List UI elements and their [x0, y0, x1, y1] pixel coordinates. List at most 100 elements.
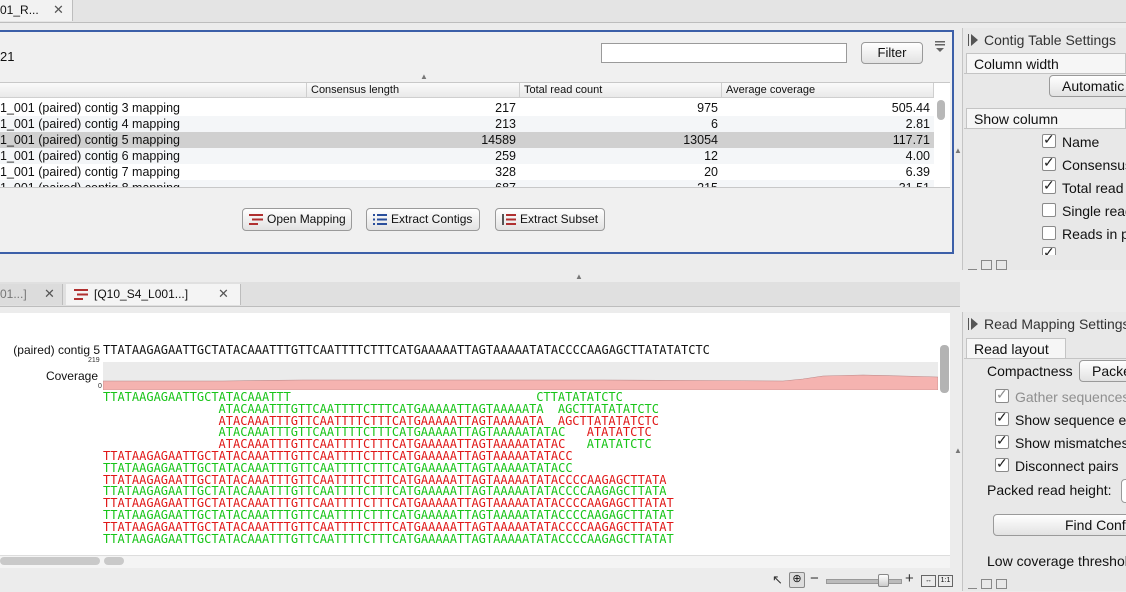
- row-count-label: 21: [0, 49, 15, 64]
- cell-name: 1_001 (paired) contig 3 mapping: [0, 101, 180, 115]
- pointer-tool-icon[interactable]: ↖: [772, 572, 783, 588]
- actual-size-icon[interactable]: 1:1: [938, 575, 953, 587]
- folder-icon[interactable]: [981, 579, 992, 589]
- extract-contigs-button[interactable]: Extract Contigs: [366, 208, 480, 231]
- read-layout-tab[interactable]: Read layout: [966, 338, 1066, 358]
- close-icon[interactable]: ✕: [53, 0, 64, 20]
- sequence-read[interactable]: TTATAAGAGAATTGCTATACAAATTTGTTCAATTTTCTTT…: [103, 533, 674, 545]
- zoom-slider[interactable]: [826, 579, 902, 584]
- checkbox-label: Consensus: [1062, 157, 1126, 173]
- sequence-read[interactable]: ATATATCTC: [587, 438, 652, 450]
- packed-read-height-label: Packed read height:: [987, 482, 1112, 498]
- tab-previous-mapping[interactable]: 01...] ✕: [0, 284, 63, 305]
- fit-width-icon[interactable]: ↔: [921, 575, 936, 587]
- editor-horizontal-scrollbar[interactable]: [0, 555, 950, 568]
- close-icon[interactable]: ✕: [44, 284, 55, 304]
- open-mapping-button[interactable]: Open Mapping: [242, 208, 352, 231]
- checkbox[interactable]: [1042, 131, 1056, 148]
- save-icon[interactable]: [996, 260, 1007, 270]
- zoom-out-icon[interactable]: −: [810, 570, 819, 587]
- sort-indicator-icon: ▲: [420, 72, 428, 81]
- checkbox[interactable]: [1042, 154, 1056, 171]
- layout-option[interactable]: Show mismatches: [995, 432, 1126, 451]
- read-mapping-settings-title: Read Mapping Settings: [984, 316, 1126, 332]
- zoom-in-icon[interactable]: +: [905, 570, 914, 587]
- tab-read-mapping[interactable]: 01_R... ✕: [0, 0, 73, 21]
- column-header-consensus-length[interactable]: Consensus length: [307, 83, 520, 98]
- cell-total-read-count: 6: [711, 117, 718, 131]
- checkbox-label: Name: [1062, 134, 1100, 150]
- cell-consensus-length: 259: [495, 149, 516, 163]
- column-option[interactable]: Reads in p: [1042, 226, 1126, 242]
- editor-horizontal-thumb[interactable]: [0, 557, 100, 565]
- contig-label: (paired) contig 5: [13, 343, 100, 357]
- table-row[interactable]: 1_001 (paired) contig 3 mapping 217 975 505…: [0, 100, 934, 116]
- consensus-sequence: TTATAAGAGAATTGCTATACAAATTTGTTCAATTTTCTTT…: [103, 343, 710, 357]
- minimize-icon[interactable]: [968, 588, 977, 589]
- table-row[interactable]: 1_001 (paired) contig 4 mapping 213 6 2.81: [0, 116, 934, 132]
- column-option[interactable]: Consensus: [1042, 154, 1126, 173]
- checkbox[interactable]: [995, 409, 1009, 426]
- lower-tab-strip: 01...] ✕ [Q10_S4_L001...] ✕: [0, 282, 960, 307]
- folder-icon[interactable]: [981, 260, 992, 270]
- column-header-average-coverage[interactable]: Average coverage: [722, 83, 934, 98]
- close-icon[interactable]: ✕: [218, 284, 229, 304]
- tab-label: [Q10_S4_L001...]: [94, 287, 189, 301]
- contig-settings-header[interactable]: Contig Table Settings: [968, 32, 1116, 48]
- column-header-total-read-count[interactable]: Total read count: [520, 83, 722, 98]
- cell-average-coverage: 505.44: [891, 101, 930, 115]
- layout-option[interactable]: Disconnect pairs: [995, 455, 1119, 474]
- cell-name: 1_001 (paired) contig 7 mapping: [0, 165, 180, 179]
- splitter-handle-icon[interactable]: ▲: [575, 272, 583, 281]
- checkbox-label: Show sequence ends: [1015, 412, 1126, 428]
- zoom-in-tool-icon[interactable]: ⊕: [789, 572, 805, 588]
- show-column-tab[interactable]: Show column: [966, 108, 1126, 128]
- checkbox[interactable]: [1042, 203, 1056, 217]
- panel-collapse-arrow-icon[interactable]: ▲: [954, 146, 962, 155]
- automatic-width-button[interactable]: Automatic: [1049, 75, 1126, 97]
- editor-scrollbar-thumb[interactable]: [940, 345, 949, 393]
- layout-option[interactable]: Show sequence ends: [995, 409, 1126, 428]
- column-option[interactable]: Total read: [1042, 177, 1124, 196]
- checkbox[interactable]: [995, 455, 1009, 472]
- sequence-read[interactable]: TTATAAGAGAATTGCTATACAAATTTGTTCAATTTTCTTT…: [103, 521, 674, 533]
- table-row[interactable]: 1_001 (paired) contig 7 mapping 328 20 6.39: [0, 164, 934, 180]
- packed-read-height-select[interactable]: [1121, 479, 1126, 503]
- save-icon[interactable]: [996, 579, 1007, 589]
- checkbox[interactable]: [1042, 177, 1056, 194]
- collapse-triangle-icon: [971, 34, 978, 46]
- compactness-select[interactable]: Packed: [1079, 360, 1126, 382]
- zoom-slider-knob[interactable]: [878, 574, 889, 587]
- column-width-tab[interactable]: Column width: [966, 53, 1126, 73]
- checkbox[interactable]: [1042, 226, 1056, 240]
- sequence-read[interactable]: ATACAAATTTGTTCAATTTTCTTTCATGAAAAATTAGTAA…: [219, 403, 544, 415]
- editor-horizontal-thumb-secondary[interactable]: [104, 557, 124, 565]
- column-option[interactable]: Name: [1042, 131, 1100, 150]
- tab-current-mapping[interactable]: [Q10_S4_L001...] ✕: [66, 284, 241, 305]
- cell-total-read-count: 975: [697, 101, 718, 115]
- find-conflicts-button[interactable]: Find Conflicts: [993, 514, 1126, 536]
- filter-input[interactable]: [601, 43, 847, 63]
- coverage-min-label: 0: [98, 383, 102, 390]
- sequence-read[interactable]: AGCTTATATATCTC: [558, 403, 659, 415]
- panel-collapse-arrow-icon[interactable]: ▲: [954, 446, 962, 455]
- table-scrollbar-thumb[interactable]: [937, 100, 945, 120]
- checkbox-label: Gather sequences: [1015, 389, 1126, 405]
- checkbox[interactable]: [1042, 247, 1056, 255]
- sequence-read[interactable]: TTATAAGAGAATTGCTATACAAATTTGTTCAATTTTCTTT…: [103, 462, 573, 474]
- collapse-triangle-icon: [971, 318, 978, 330]
- cell-consensus-length: 328: [495, 165, 516, 179]
- minimize-icon[interactable]: [968, 269, 977, 270]
- column-option[interactable]: Single read: [1042, 203, 1126, 219]
- table-row[interactable]: 1_001 (paired) contig 8 mapping 687 215 31.…: [0, 180, 934, 187]
- checkbox-label: Total read: [1062, 180, 1124, 196]
- extract-subset-button[interactable]: Extract Subset: [495, 208, 605, 231]
- table-menu-icon[interactable]: [934, 40, 946, 54]
- more-columns-indicator: [1042, 247, 1062, 255]
- table-row[interactable]: 1_001 (paired) contig 6 mapping 259 12 4.00: [0, 148, 934, 164]
- filter-button[interactable]: Filter: [861, 42, 923, 64]
- table-row[interactable]: 1_001 (paired) contig 5 mapping 14589 1305…: [0, 132, 934, 148]
- read-mapping-settings-header[interactable]: Read Mapping Settings: [968, 316, 1126, 332]
- column-header-name[interactable]: [0, 83, 307, 98]
- checkbox[interactable]: [995, 432, 1009, 449]
